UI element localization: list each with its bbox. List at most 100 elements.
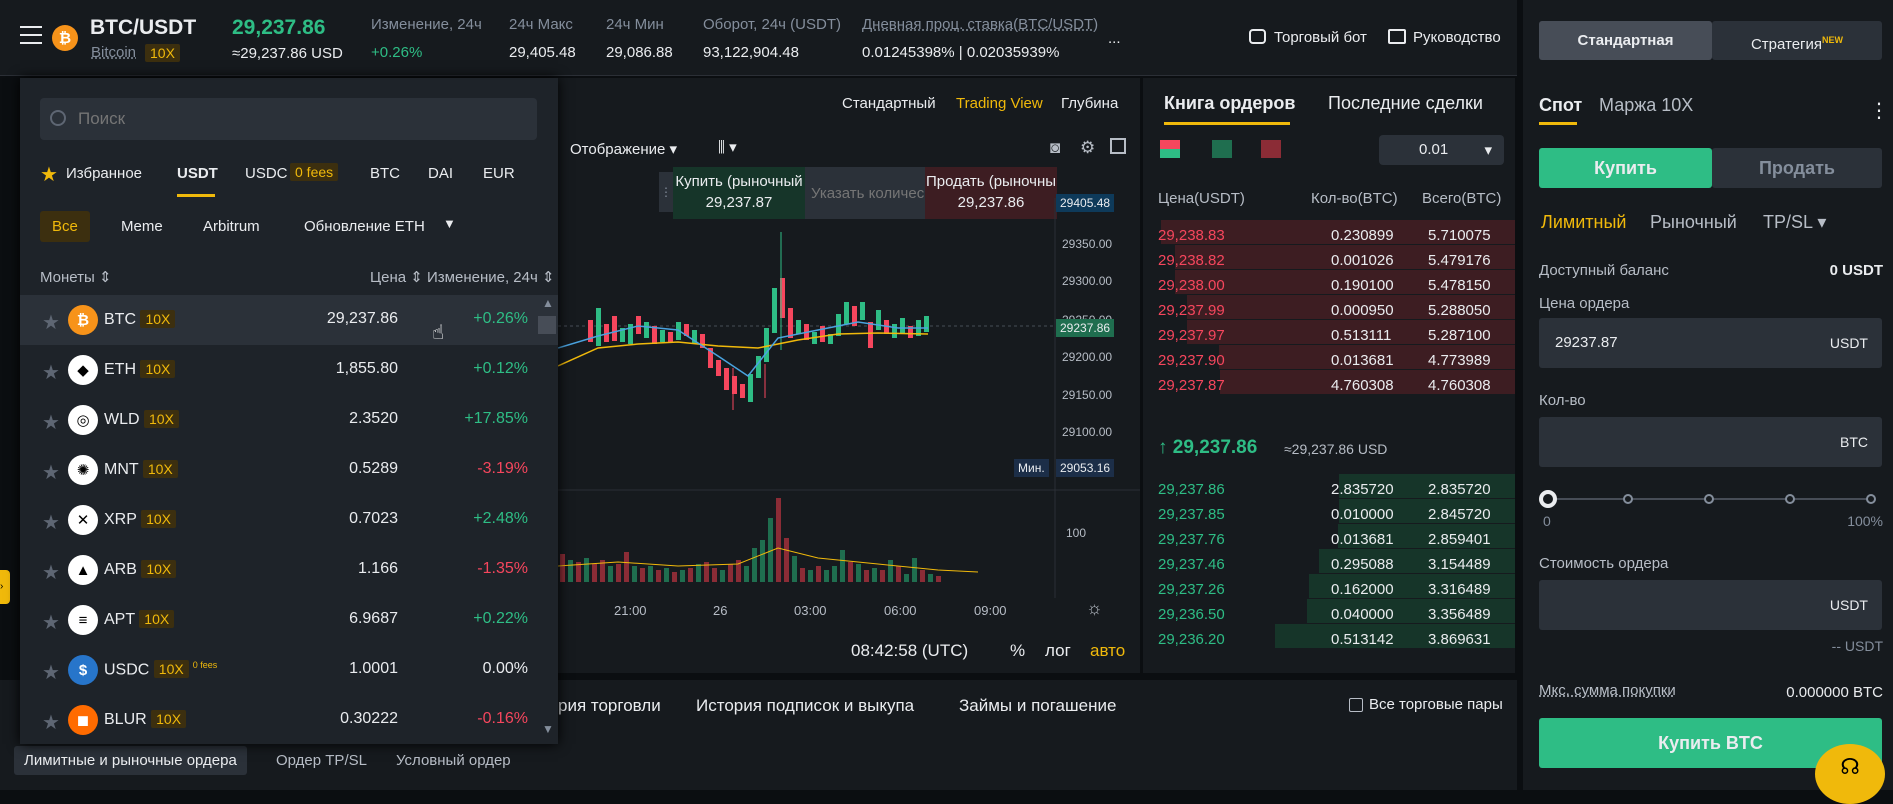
precision-select[interactable]: 0.01 ▾ <box>1379 135 1504 165</box>
pair-row[interactable]: ★ ◆ ETH 10X 1,855.80 +0.12% <box>20 345 558 395</box>
book-asks-icon[interactable] <box>1261 140 1281 158</box>
tab-trade-history[interactable]: рия торговли <box>558 696 661 716</box>
col-qty: Кол-во(BTC) <box>1311 190 1398 207</box>
sell-toggle[interactable]: Продать <box>1712 148 1882 188</box>
pair-row[interactable]: ★ ✺ MNT 10X 0.5289 -3.19% <box>20 445 558 495</box>
pair-row[interactable]: ★ ◼ BLUR 10X 0.30222 -0.16% <box>20 695 558 744</box>
auto-scale-toggle[interactable]: авто <box>1090 641 1125 661</box>
axis-settings-icon[interactable]: ☼ <box>1086 598 1103 619</box>
search-input[interactable] <box>78 108 518 130</box>
favorite-star-icon[interactable]: ★ <box>42 460 60 485</box>
tab-order-book[interactable]: Книга ордеров <box>1164 93 1295 114</box>
favorite-star-icon[interactable]: ★ <box>42 610 60 635</box>
cost-input[interactable]: USDT <box>1539 580 1882 630</box>
pair-row[interactable]: ★ ≡ APT 10X 6.9687 +0.22% <box>20 595 558 645</box>
tab-loans[interactable]: Займы и погашение <box>959 696 1116 716</box>
subtab-conditional[interactable]: Условный ордер <box>396 752 511 769</box>
favorite-star-icon[interactable]: ★ <box>42 560 60 585</box>
row-price: 29,237.97 <box>1158 327 1225 344</box>
all-pairs-checkbox[interactable] <box>1349 698 1363 712</box>
chart-panel[interactable]: Стандартный Trading View Глубина Отображ… <box>558 78 1140 673</box>
mode-standard[interactable]: Стандартная <box>1539 21 1712 60</box>
candle-type-icon[interactable]: ⫼ ▾ <box>718 138 737 156</box>
view-tradingview[interactable]: Trading View <box>956 95 1043 112</box>
slider-thumb[interactable] <box>1539 490 1557 508</box>
subtab-tpsl[interactable]: Ордер TP/SL <box>276 752 367 769</box>
tab-usdc[interactable]: USDC <box>245 165 288 182</box>
order-tpsl[interactable]: TP/SL ▾ <box>1763 212 1826 233</box>
tab-subscription-history[interactable]: История подписок и выкупа <box>696 696 914 716</box>
favorite-star-icon[interactable]: ★ <box>42 410 60 435</box>
trading-bot-link[interactable]: Торговый бот <box>1274 29 1367 46</box>
pair-row[interactable]: ★ ✕ XRP 10X 0.7023 +2.48% <box>20 495 558 545</box>
tab-favorites[interactable]: Избранное <box>66 165 142 182</box>
tab-btc[interactable]: BTC <box>370 165 400 182</box>
camera-icon[interactable]: ◙ <box>1050 138 1060 158</box>
subtab-limit-market[interactable]: Лимитные и рыночные ордера <box>14 746 247 775</box>
pair-row[interactable]: ★ ▲ ARB 10X 1.166 -1.35% <box>20 545 558 595</box>
display-dropdown[interactable]: Отображение ▾ <box>570 140 677 158</box>
col-price: Цена(USDT) <box>1158 190 1245 207</box>
balance-value: 0 USDT <box>1829 262 1883 279</box>
bid-row[interactable]: 29,236.20 0.513142 3.869631 <box>1143 624 1515 654</box>
filter-arbitrum[interactable]: Arbitrum <box>203 218 260 235</box>
price-input[interactable]: 29237.87 USDT <box>1539 318 1882 368</box>
scroll-up-icon[interactable]: ▲ <box>542 296 554 310</box>
price-chart[interactable] <box>558 198 1140 598</box>
tab-eur[interactable]: EUR <box>483 165 515 182</box>
qty-input[interactable]: BTC <box>1539 417 1882 467</box>
more-options-icon[interactable]: ⋮ <box>1869 98 1889 123</box>
robot-icon[interactable] <box>1249 29 1266 44</box>
pair-name[interactable]: BTC/USDT <box>90 16 196 40</box>
pair-price: 1.166 <box>357 560 398 577</box>
scrollbar[interactable] <box>538 316 556 334</box>
book-bids-icon[interactable] <box>1212 140 1232 158</box>
filter-eth-upgrade[interactable]: Обновление ETH <box>304 218 425 235</box>
book-icon[interactable] <box>1388 29 1406 44</box>
col-price-sort[interactable]: Цена ⇕ <box>370 268 423 286</box>
pair-row[interactable]: ★ $ USDC 10X 0 fees 1.0001 0.00% <box>20 645 558 695</box>
tab-recent-trades[interactable]: Последние сделки <box>1328 93 1483 114</box>
book-both-icon[interactable] <box>1160 140 1180 158</box>
settings-icon[interactable]: ⚙ <box>1080 138 1095 158</box>
row-total: 2.859401 <box>1428 531 1491 548</box>
more-stats-button[interactable]: ... <box>1108 30 1121 47</box>
view-depth[interactable]: Глубина <box>1061 95 1118 112</box>
support-chat-icon[interactable]: ☊ <box>1815 744 1885 804</box>
log-scale-toggle[interactable]: лог <box>1045 641 1071 661</box>
mode-strategy[interactable]: СтратегияNEW <box>1712 21 1882 60</box>
type-margin[interactable]: Маржа 10X <box>1599 95 1693 116</box>
row-total: 5.479176 <box>1428 252 1491 269</box>
x-tick-1: 21:00 <box>614 603 647 618</box>
ask-row[interactable]: 29,237.87 4.760308 4.760308 <box>1143 370 1515 400</box>
qty-label: Кол-во <box>1539 392 1586 409</box>
type-spot[interactable]: Спот <box>1539 95 1582 116</box>
y-tick-6: 29100.00 <box>1062 425 1113 439</box>
tab-usdt[interactable]: USDT <box>177 165 218 182</box>
favorite-star-icon[interactable]: ★ <box>42 510 60 535</box>
tab-dai[interactable]: DAI <box>428 165 453 182</box>
view-standard[interactable]: Стандартный <box>842 95 936 112</box>
row-price: 29,237.90 <box>1158 352 1225 369</box>
search-box[interactable] <box>40 98 537 140</box>
filter-meme[interactable]: Meme <box>121 218 163 235</box>
filter-more-icon[interactable]: ▼ <box>443 216 456 231</box>
buy-toggle[interactable]: Купить <box>1539 148 1712 188</box>
pair-row[interactable]: ★ ₿ BTC 10X 29,237.86 +0.26% <box>20 295 558 345</box>
favorite-star-icon[interactable]: ★ <box>42 710 60 735</box>
favorite-star-icon[interactable]: ★ <box>42 660 60 685</box>
favorite-star-icon[interactable]: ★ <box>42 360 60 385</box>
order-market[interactable]: Рыночный <box>1650 212 1737 233</box>
favorite-star-icon[interactable]: ★ <box>42 310 60 335</box>
filter-all[interactable]: Все <box>40 211 90 242</box>
fullscreen-icon[interactable] <box>1110 138 1126 154</box>
side-drawer-handle[interactable]: › <box>0 570 10 604</box>
menu-icon[interactable] <box>20 26 42 44</box>
col-change-sort[interactable]: Изменение, 24ч ⇕ <box>427 268 555 286</box>
pair-row[interactable]: ★ ◎ WLD 10X 2.3520 +17.85% <box>20 395 558 445</box>
col-coins[interactable]: Монеты ⇕ <box>40 268 112 286</box>
percent-scale-toggle[interactable]: % <box>1010 641 1025 661</box>
guide-link[interactable]: Руководство <box>1413 29 1501 46</box>
scroll-down-icon[interactable]: ▼ <box>542 722 554 736</box>
order-limit[interactable]: Лимитный <box>1541 212 1626 233</box>
